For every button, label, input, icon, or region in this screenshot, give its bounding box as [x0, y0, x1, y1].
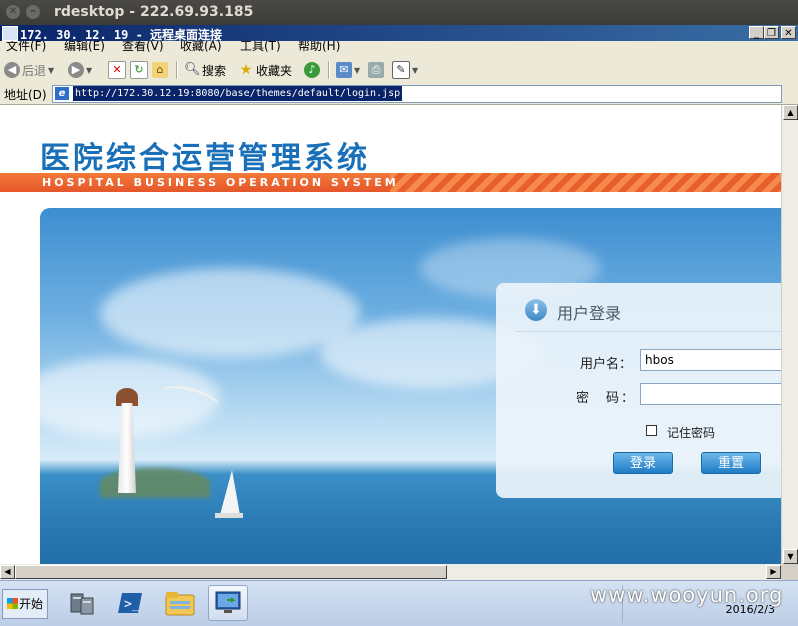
search-icon: 🔍︎	[184, 62, 201, 77]
toolbar-separator	[176, 61, 178, 79]
scroll-up-arrow-icon[interactable]: ▲	[783, 105, 798, 120]
cloud	[100, 268, 360, 358]
remember-password-label[interactable]: 记住密码	[667, 424, 715, 441]
username-label: 用户名：	[580, 357, 633, 372]
login-panel: ⬇ 用户登录 用户名： 密 码： 记住密码 登录 重置	[496, 283, 781, 498]
remote-desktop-titlebar: 172. 30. 12. 19 - 远程桌面连接 _ ❐ ✕	[0, 25, 798, 42]
minimize-window-button[interactable]: –	[26, 5, 40, 19]
print-icon: ⎙	[368, 62, 384, 78]
toolbar-separator	[328, 61, 330, 79]
svg-text:>_: >_	[124, 597, 140, 612]
explorer-folder-icon[interactable]	[160, 585, 200, 621]
band-stripes	[390, 173, 781, 192]
menu-file[interactable]: 文件(F)	[6, 41, 46, 54]
scroll-down-arrow-icon[interactable]: ▼	[783, 549, 798, 564]
refresh-button[interactable]: ↻	[130, 60, 148, 80]
favorites-button[interactable]: ★ 收藏夹	[238, 60, 292, 80]
minimize-button[interactable]: _	[749, 26, 764, 39]
start-label: 开始	[18, 597, 43, 611]
sailboat-sail	[220, 470, 240, 515]
horizontal-scrollbar[interactable]: ◀ ▶	[0, 564, 781, 580]
system-logo-subtitle: HOSPITAL BUSINESS OPERATION SYSTEM	[42, 176, 399, 189]
password-label: 密 码：	[576, 391, 637, 406]
address-url[interactable]: http://172.30.12.19:8080/base/themes/def…	[73, 86, 403, 101]
address-label: 地址(D)	[4, 88, 47, 102]
sailboat-hull	[215, 513, 243, 518]
forward-arrow-icon: ▶	[68, 62, 84, 78]
server-manager-icon[interactable]	[62, 585, 102, 621]
menu-edit[interactable]: 编辑(E)	[64, 41, 105, 54]
edit-icon: ✎	[392, 61, 410, 79]
favorites-label: 收藏夹	[256, 63, 293, 78]
close-button[interactable]: ✕	[781, 26, 796, 39]
home-button[interactable]: ⌂	[152, 60, 168, 80]
chevron-down-icon: ▼	[412, 65, 419, 75]
back-button[interactable]: ◀ 后退 ▼	[4, 60, 54, 80]
media-button[interactable]: ♪	[304, 60, 320, 80]
arrow-down-circle-icon: ⬇	[525, 299, 547, 321]
scroll-left-arrow-icon[interactable]: ◀	[0, 565, 15, 579]
menu-view[interactable]: 查看(V)	[122, 41, 164, 54]
edit-button[interactable]: ✎ ▼	[392, 60, 418, 80]
chevron-down-icon: ▼	[48, 65, 55, 75]
scroll-right-arrow-icon[interactable]: ▶	[766, 565, 781, 579]
back-label: 后退	[22, 63, 47, 78]
media-icon: ♪	[304, 62, 320, 78]
search-button[interactable]: 🔍︎ 搜索	[184, 60, 226, 80]
menu-bar: 文件(F) 编辑(E) 查看(V) 收藏(A) 工具(T) 帮助(H)	[0, 41, 798, 56]
close-window-button[interactable]: ✕	[6, 5, 20, 19]
chevron-down-icon: ▼	[354, 65, 361, 75]
reset-button[interactable]: 重置	[701, 452, 761, 474]
mail-button[interactable]: ✉ ▼	[336, 60, 360, 80]
address-input[interactable]: e http://172.30.12.19:8080/base/themes/d…	[52, 85, 782, 103]
divider	[516, 331, 781, 332]
window-title: rdesktop - 222.69.93.185	[54, 4, 254, 20]
password-input[interactable]	[640, 383, 781, 405]
menu-help[interactable]: 帮助(H)	[298, 41, 340, 54]
remember-password-checkbox[interactable]	[646, 425, 657, 436]
home-icon: ⌂	[152, 62, 168, 78]
refresh-icon: ↻	[130, 61, 148, 79]
remote-desktop-icon	[2, 26, 18, 41]
start-button[interactable]: 开始	[2, 589, 48, 619]
powershell-icon[interactable]: >_	[110, 585, 150, 621]
page-viewport: 医院综合运营管理系统 HOSPITAL BUSINESS OPERATION S…	[0, 105, 781, 564]
ie-page-icon: e	[55, 87, 69, 100]
rdesktop-titlebar: ✕ – rdesktop - 222.69.93.185	[0, 0, 798, 25]
mail-icon: ✉	[336, 62, 352, 78]
scrollbar-corner	[781, 564, 798, 580]
menu-tools[interactable]: 工具(T)	[240, 41, 281, 54]
scroll-thumb[interactable]	[15, 565, 447, 579]
username-input[interactable]	[640, 349, 781, 371]
stop-button[interactable]: ✕	[108, 60, 126, 80]
system-logo-title: 医院综合运营管理系统	[40, 141, 370, 176]
back-arrow-icon: ◀	[4, 62, 20, 78]
vertical-scrollbar[interactable]: ▲ ▼	[781, 105, 798, 564]
login-button[interactable]: 登录	[613, 452, 673, 474]
search-label: 搜索	[202, 63, 227, 78]
forward-button[interactable]: ▶ ▼	[68, 60, 92, 80]
restore-button[interactable]: ❐	[764, 26, 779, 39]
logo-band: HOSPITAL BUSINESS OPERATION SYSTEM	[0, 173, 781, 192]
watermark: www.wooyun.org	[590, 583, 784, 607]
island	[100, 468, 210, 498]
chevron-down-icon: ▼	[86, 65, 93, 75]
remote-desktop-taskbar-button[interactable]	[208, 585, 248, 621]
windows-flag-icon	[6, 598, 18, 609]
star-icon: ★	[239, 62, 253, 78]
stop-icon: ✕	[108, 61, 126, 79]
print-button[interactable]: ⎙	[368, 60, 384, 80]
login-title: 用户登录	[557, 304, 622, 323]
address-bar: 地址(D) e http://172.30.12.19:8080/base/th…	[0, 84, 798, 105]
ie-toolbar: ◀ 后退 ▼ ▶ ▼ ✕ ↻ ⌂ 🔍︎ 搜索 ★ 收藏夹 ♪ ✉ ▼ ⎙ ✎ ▼	[0, 56, 798, 85]
menu-favorites[interactable]: 收藏(A)	[180, 41, 222, 54]
